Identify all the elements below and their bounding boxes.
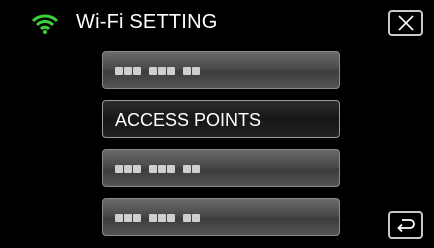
access-points-label: ACCESS POINTS: [115, 110, 262, 130]
back-button[interactable]: [388, 211, 423, 239]
wifi-icon: [32, 14, 58, 34]
masked-text: [115, 165, 201, 173]
masked-text: [115, 214, 201, 222]
header-bar: Wi-Fi SETTING: [0, 0, 434, 44]
return-icon: [397, 219, 415, 233]
access-points-button[interactable]: ACCESS POINTS: [102, 100, 340, 138]
masked-text: [115, 67, 201, 75]
list-item[interactable]: [102, 198, 340, 236]
list-item[interactable]: [102, 51, 340, 89]
list-item[interactable]: [102, 149, 340, 187]
close-button[interactable]: [388, 10, 423, 36]
close-icon: [398, 15, 414, 31]
page-title: Wi-Fi SETTING: [76, 11, 218, 33]
